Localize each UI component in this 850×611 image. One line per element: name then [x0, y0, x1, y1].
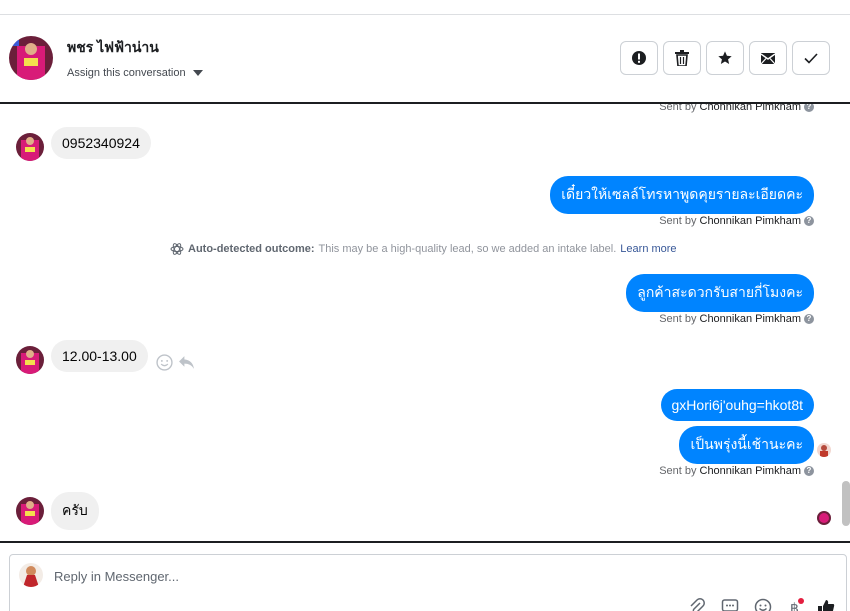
auto-detected-outcome-notice: Auto-detected outcome: This may be a hig… — [170, 242, 677, 256]
svg-text:฿: ฿ — [790, 601, 799, 611]
contact-avatar[interactable] — [9, 36, 53, 80]
read-receipt-avatar — [817, 511, 831, 525]
sent-by-label: Sent by Chonnikan Pimkham ? — [659, 313, 814, 325]
mark-unread-button[interactable] — [749, 41, 787, 75]
sent-by-label: Sent by Chonnikan Pimkham ? — [659, 215, 814, 227]
saved-replies-button[interactable] — [720, 597, 740, 611]
thumbs-up-icon — [818, 600, 835, 611]
delete-button[interactable] — [663, 41, 701, 75]
outcome-text: This may be a high-quality lead, so we a… — [318, 243, 617, 255]
thread-scrollbar[interactable] — [842, 481, 850, 526]
exclamation-icon — [632, 51, 646, 65]
trash-icon — [675, 50, 689, 66]
learn-more-link[interactable]: Learn more — [620, 243, 676, 255]
incoming-message[interactable]: ครับ — [51, 492, 99, 530]
smiley-icon — [754, 598, 772, 611]
sent-by-label: Sent by Chonnikan Pimkham ? — [659, 465, 814, 477]
atom-icon — [170, 243, 184, 255]
seen-avatar — [817, 443, 831, 457]
help-icon[interactable]: ? — [804, 314, 814, 324]
outgoing-message[interactable]: เดี๋ยวให้เซลล์โทรหาพูดคุยรายละเอียดคะ — [550, 176, 814, 214]
help-icon[interactable]: ? — [804, 216, 814, 226]
outgoing-message[interactable]: gxHori6j'ouhg=hkot8t — [660, 389, 814, 421]
conversation-header: พชร ไฟฟ้าน่าน Assign this conversation — [0, 15, 850, 102]
contact-avatar-small — [16, 346, 44, 374]
incoming-message[interactable]: 12.00-13.00 — [51, 340, 148, 372]
incoming-message[interactable]: 0952340924 — [51, 127, 151, 159]
reply-arrow-icon[interactable] — [178, 354, 195, 371]
outgoing-message[interactable]: เป็นพรุ่งนี้เช้านะคะ — [679, 426, 814, 464]
mark-done-button[interactable] — [792, 41, 830, 75]
baht-currency-icon: ฿ — [790, 598, 804, 611]
mark-spam-button[interactable] — [620, 41, 658, 75]
assign-conversation-dropdown[interactable]: Assign this conversation — [67, 67, 203, 79]
help-icon[interactable]: ? — [804, 104, 814, 112]
envelope-icon — [760, 53, 776, 65]
chat-bubble-icon — [721, 599, 739, 611]
like-button[interactable] — [816, 597, 836, 611]
smiley-reaction-icon[interactable] — [156, 354, 173, 371]
star-icon — [718, 51, 732, 64]
star-button[interactable] — [706, 41, 744, 75]
contact-avatar-small — [16, 133, 44, 161]
check-icon — [804, 53, 818, 64]
help-icon[interactable]: ? — [804, 466, 814, 476]
sent-by-label: Sent by Chonnikan Pimkham ? — [659, 104, 814, 113]
reply-input[interactable] — [54, 569, 554, 584]
caret-down-icon — [192, 70, 203, 76]
assign-label: Assign this conversation — [67, 67, 186, 79]
contact-name: พชร ไฟฟ้าน่าน — [67, 39, 159, 55]
reply-composer: ฿ — [9, 554, 847, 611]
outcome-label: Auto-detected outcome: — [188, 243, 315, 255]
contact-avatar-small — [16, 497, 44, 525]
emoji-button[interactable] — [753, 597, 773, 611]
paperclip-icon — [690, 598, 705, 611]
attachment-button[interactable] — [687, 597, 707, 611]
message-thread[interactable]: Sent by Chonnikan Pimkham ? 0952340924 เ… — [0, 102, 850, 543]
page-avatar — [19, 563, 43, 587]
payment-button[interactable]: ฿ — [785, 597, 805, 611]
outgoing-message[interactable]: ลูกค้าสะดวกรับสายกี่โมงคะ — [626, 274, 814, 312]
